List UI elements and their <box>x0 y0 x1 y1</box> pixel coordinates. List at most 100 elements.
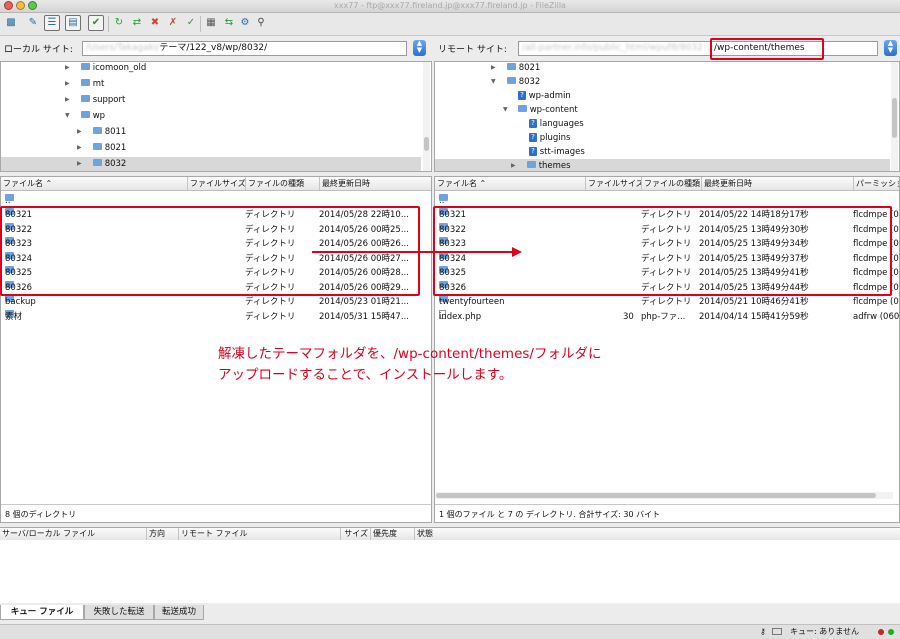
toolbar-divider <box>108 16 109 32</box>
reconnect-icon[interactable]: ✓ <box>184 16 198 30</box>
remote-path-dropdown-icon[interactable]: ▲ ▼ <box>884 40 897 56</box>
tree-item[interactable]: ? stt-images <box>511 145 889 159</box>
folder-icon <box>518 105 527 112</box>
site-manager-icon[interactable]: ▩ <box>4 16 18 30</box>
edit-icon[interactable]: ✎ <box>26 16 40 30</box>
remote-tree-scrollbar[interactable] <box>891 62 898 171</box>
column-header-filesize[interactable]: ファイルサイズ <box>585 177 641 190</box>
compare-icon[interactable]: ⚙ <box>238 16 252 30</box>
annotation-line-1: 解凍したテーマフォルダを、/wp-content/themes/フォルダに <box>218 346 602 362</box>
folder-icon <box>507 63 516 70</box>
tree-item[interactable]: ? plugins <box>511 131 889 145</box>
zoom-window-button[interactable] <box>28 1 37 10</box>
remote-path-prefix: /all-partner.info/public_html/wpuf8/8032 <box>522 43 703 53</box>
folder-icon <box>527 161 536 168</box>
upload-arrow-head <box>512 247 522 257</box>
sync-browsing-icon[interactable]: ⇆ <box>222 16 236 30</box>
tab-successful-transfers[interactable]: 転送成功 <box>154 605 204 620</box>
tree-item[interactable]: ? languages <box>511 117 889 131</box>
bottom-status-bar: ⚷ キュー: ありません <box>0 624 900 639</box>
cancel-icon[interactable]: ✖ <box>148 16 162 30</box>
folder-icon <box>81 95 90 102</box>
remote-site-label: リモート サイト: <box>438 45 507 55</box>
close-window-button[interactable] <box>4 1 13 10</box>
local-path-dropdown-icon[interactable]: ▲ ▼ <box>413 40 426 56</box>
tree-item-selected[interactable]: ▶ 8032 <box>1 157 421 171</box>
file-row[interactable]: backup ディレクトリ 2014/05/23 01時21... <box>1 295 431 310</box>
queue-header: サーバ/ローカル ファイル 方向 リモート ファイル サイズ 優先度 状態 <box>0 527 900 541</box>
local-file-list-header: ファイル名 ⌃ ファイルサイズ ファイルの種類 最終更新日時 <box>1 177 431 191</box>
remote-tree: ▶ 8021 ▼ 8032 ? wp-admin ▼ wp-content ? … <box>434 61 900 172</box>
queue-status-text: キュー: ありません <box>790 627 859 636</box>
tab-failed-transfers[interactable]: 失敗した転送 <box>84 605 154 620</box>
toggle-remote-tree-icon[interactable]: ✔ <box>88 15 104 31</box>
activity-indicator-download-icon <box>888 629 894 635</box>
local-site-bar: ローカル サイト: /Users/Takagaki/テーマ/122_v8/wp/… <box>0 37 432 61</box>
local-path-visible: テーマ/122_v8/wp/8032/ <box>159 43 268 53</box>
remote-path-highlight <box>710 38 824 60</box>
column-header-filesize[interactable]: ファイルサイズ <box>187 177 245 190</box>
window-title: xxx77 - ftp@xxx77.fireland.jp@xxx77.fire… <box>334 1 566 10</box>
local-site-label: ローカル サイト: <box>4 45 73 55</box>
tree-item[interactable]: ▶ icomoon_old <box>61 62 421 75</box>
column-header-filename[interactable]: ファイル名 ⌃ <box>435 177 585 190</box>
remote-path-input[interactable]: /all-partner.info/public_html/wpuf8/8032 <box>518 41 878 56</box>
local-tree: ▶ icomoon_old ▶ mt ▶ support ▼ wp ▶ 8011… <box>0 61 432 172</box>
column-header-filetype[interactable]: ファイルの種類 <box>245 177 319 190</box>
toolbar: ▩ ✎ ☰ ▤ ✔ ↻ ⇄ ✖ ✗ ✓ ▦ ⇆ ⚙ ⚲ <box>0 13 900 36</box>
process-queue-icon[interactable]: ⇄ <box>130 16 144 30</box>
local-tree-scrollbar[interactable] <box>423 62 430 171</box>
column-header-modified[interactable]: 最終更新日時 <box>319 177 431 190</box>
tree-item-selected[interactable]: ▶ themes <box>435 159 890 171</box>
remote-site-bar: リモート サイト: /all-partner.info/public_html/… <box>434 37 900 61</box>
activity-indicator-upload-icon <box>878 629 884 635</box>
column-header-permissions[interactable]: パーミッション <box>853 177 899 190</box>
tree-item[interactable]: ▶ support <box>61 93 421 107</box>
toggle-local-tree-icon[interactable]: ▤ <box>65 15 81 31</box>
local-path-input[interactable]: /Users/Takagaki/テーマ/122_v8/wp/8032/ <box>82 41 407 56</box>
minimize-window-button[interactable] <box>16 1 25 10</box>
tree-item[interactable]: ▶ 8021 <box>487 62 887 75</box>
column-header-filename[interactable]: ファイル名 ⌃ <box>1 177 187 190</box>
folder-icon <box>81 79 90 86</box>
tab-queued-files[interactable]: キュー ファイル <box>0 605 84 620</box>
folder-icon <box>81 63 90 70</box>
tree-item[interactable]: ▼ wp <box>61 109 421 123</box>
column-header-filetype[interactable]: ファイルの種類 <box>641 177 701 190</box>
local-status-text: 8 個のディレクトリ <box>5 510 77 519</box>
folder-icon <box>93 127 102 134</box>
tree-item[interactable]: ▶ mt <box>61 77 421 91</box>
tree-item[interactable]: ▼ 8032 <box>487 75 887 89</box>
remote-file-list-header: ファイル名 ⌃ ファイルサイズ ファイルの種類 最終更新日時 パーミッション <box>435 177 899 191</box>
folder-icon <box>81 111 90 118</box>
refresh-icon[interactable]: ↻ <box>112 16 126 30</box>
tree-item[interactable]: ▶ 8011 <box>73 125 421 139</box>
tree-item[interactable]: ▶ 8021 <box>73 141 421 155</box>
directory-listing-filter-icon[interactable]: ▦ <box>204 16 218 30</box>
toolbar-divider <box>200 16 201 32</box>
instruction-annotation: 解凍したテーマフォルダを、/wp-content/themes/フォルダに アッ… <box>218 344 601 386</box>
status-divider <box>1 504 431 505</box>
file-row[interactable]: index.php 30 php-ファ... 2014/04/14 15時41分59秒… <box>435 309 899 325</box>
file-row[interactable]: twentyfourteen ディレクトリ 2014/05/21 10時46分41秒… <box>435 295 899 310</box>
unknown-folder-icon: ? <box>529 119 537 128</box>
title-bar: xxx77 - ftp@xxx77.fireland.jp@xxx77.fire… <box>0 0 900 13</box>
upload-arrow-line <box>312 251 514 253</box>
local-path-prefix: /Users/Takagaki/ <box>86 43 160 53</box>
unknown-folder-icon: ? <box>518 91 526 100</box>
unknown-folder-icon: ? <box>529 147 537 156</box>
remote-file-list-hscrollbar[interactable] <box>435 492 893 499</box>
unknown-folder-icon: ? <box>529 133 537 142</box>
status-divider <box>435 504 899 505</box>
folder-icon <box>93 159 102 166</box>
toggle-log-icon[interactable]: ☰ <box>44 15 60 31</box>
key-icon: ⚷ <box>760 627 766 636</box>
column-header-modified[interactable]: 最終更新日時 <box>701 177 853 190</box>
binary-mode-icon <box>772 628 782 635</box>
remote-status-text: 1 個のファイル と 7 の ディレクトリ. 合計サイズ: 30 バイト <box>439 510 661 519</box>
tree-item[interactable]: ? wp-admin <box>499 89 889 103</box>
file-row[interactable]: 素材 ディレクトリ 2014/05/31 15時47... <box>1 309 431 325</box>
search-icon[interactable]: ⚲ <box>254 16 268 30</box>
disconnect-icon[interactable]: ✗ <box>166 16 180 30</box>
tree-item[interactable]: ▼ wp-content <box>499 103 889 117</box>
